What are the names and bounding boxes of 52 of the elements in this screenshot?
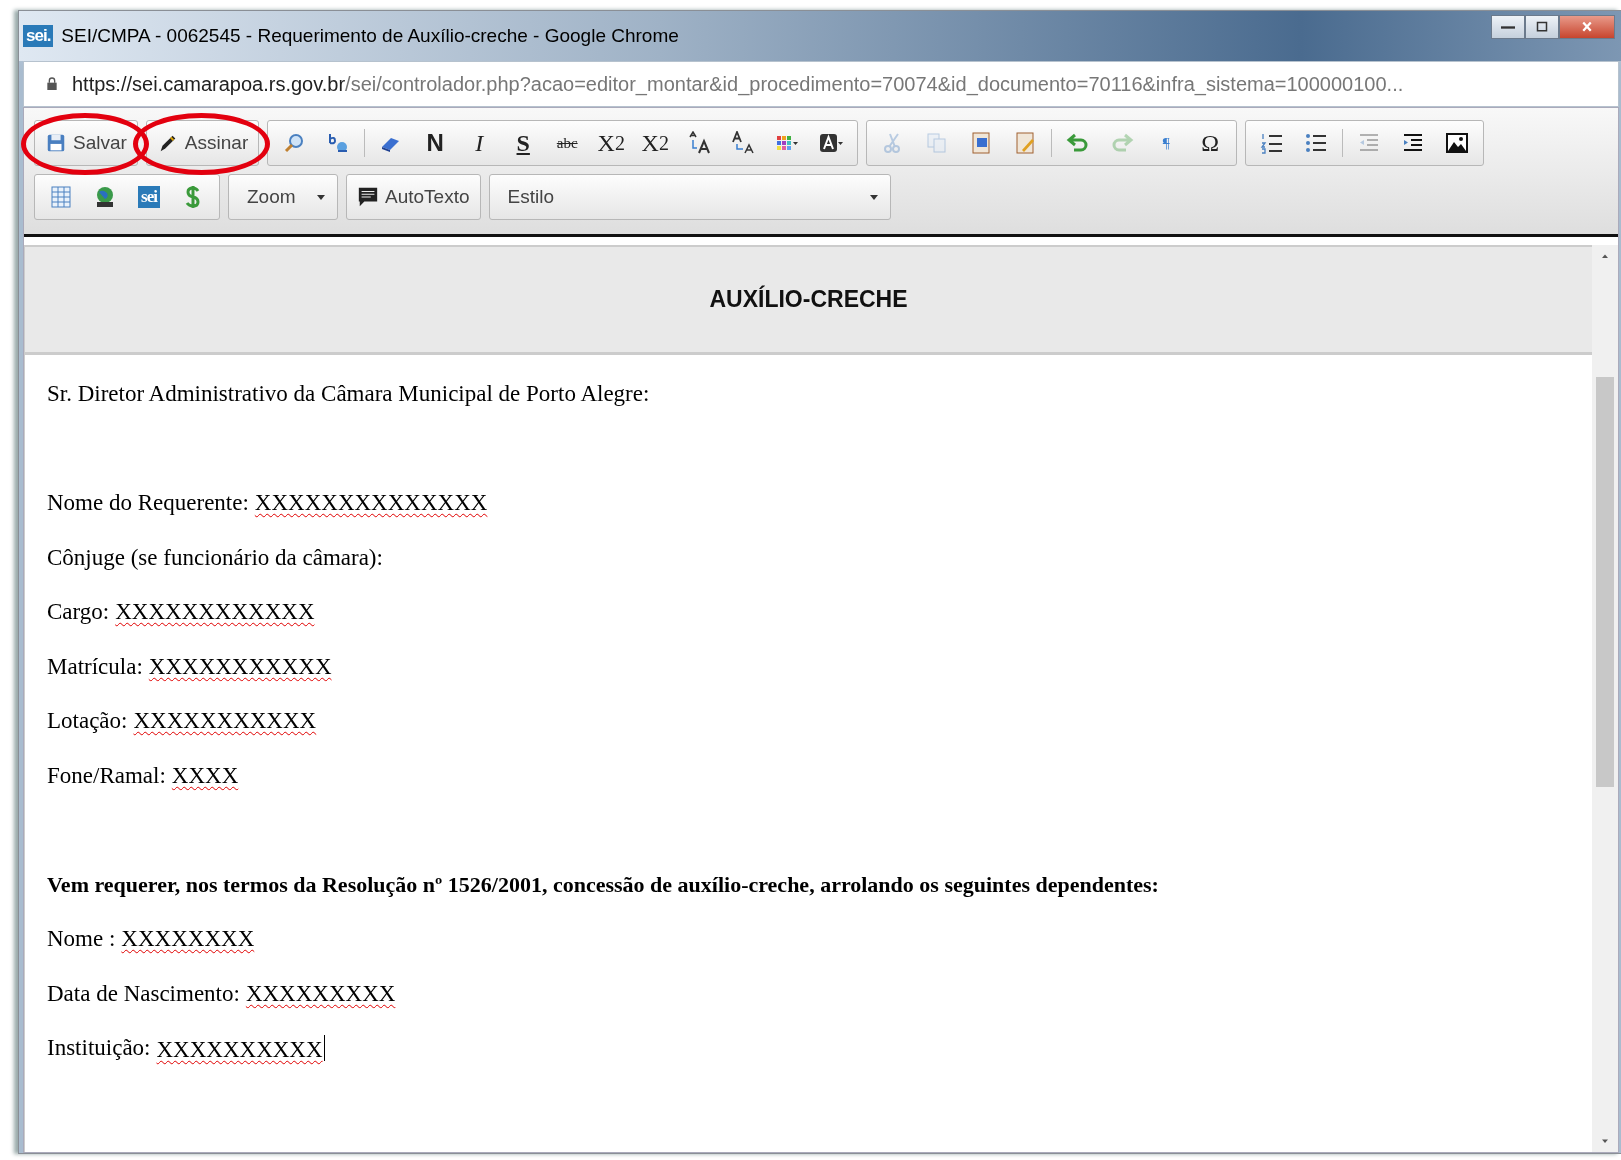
format-button[interactable]: I (457, 125, 502, 161)
redo-icon (1110, 131, 1135, 155)
field-label: Cônjuge (se funcionário da câmara): (47, 544, 383, 571)
text-color-icon (819, 131, 844, 155)
minimize-icon (1501, 25, 1515, 29)
sign-button[interactable]: Assinar (150, 125, 255, 161)
field-label: Nome do Requerente: (47, 490, 249, 516)
field-value: XXXXXXXXXXX (133, 708, 317, 733)
format-button[interactable]: N (413, 125, 458, 161)
field-label: Matrícula: (47, 653, 143, 680)
maximize-button[interactable] (1525, 15, 1559, 39)
field-label: Cargo: (47, 599, 110, 625)
autotext-button[interactable]: AutoTexto (351, 179, 476, 215)
scroll-thumb[interactable] (1596, 377, 1614, 787)
field-value: XXXX (171, 762, 239, 788)
field-value: XXXXXXXXXXX (148, 653, 332, 679)
save-button[interactable]: Salvar (39, 125, 133, 161)
scrollbar[interactable] (1592, 245, 1618, 1152)
format-button[interactable]: abc (545, 125, 590, 161)
document-heading: AUXÍLIO-CRECHE (25, 245, 1592, 355)
field-value: XXXXXXXXX (245, 980, 396, 1006)
app-logo: sei. (23, 25, 54, 47)
field-value: XXXXXXXX (121, 926, 255, 951)
field-value: XXXXXXXXXXXX (115, 599, 315, 624)
table-icon (49, 185, 73, 209)
field-value: XXXXXXXXXX (156, 1037, 323, 1062)
format-button[interactable]: Ω (1188, 125, 1233, 161)
url-text: https://sei.camarapoa.rs.gov.br/sei/controlador.php?acao=editor_montar&id_procedimento=70074&id_documento=70116&infra_sistema=100000100... (72, 72, 1404, 96)
zoom-dropdown[interactable]: Zoom (233, 179, 333, 215)
font-size-down-icon (687, 131, 712, 155)
paragraph-text: Vem requerer, nos termos da Resolução nº 1526/2001, concessão de auxílio-creche, arrolando os seguintes dependentes: (47, 871, 1159, 898)
address-bar[interactable]: https://sei.camarapoa.rs.gov.br/sei/controlador.php?acao=editor_montar&id_procedimento=70074&id_documento=70116&infra_sistema=100000100... (23, 61, 1619, 107)
style-dropdown[interactable]: Estilo (493, 179, 886, 215)
speech-bubble-icon (357, 186, 379, 208)
format-button[interactable]: ¶ (1144, 125, 1189, 161)
field-label: Fone/Ramal: (47, 762, 166, 789)
paragraph-text: Sr. Diretor Administrativo da Câmara Municipal de Porto Alegre: (47, 381, 650, 407)
minimize-button[interactable] (1491, 15, 1525, 39)
font-size-up-icon (731, 131, 756, 155)
bulleted-list-icon (1304, 131, 1329, 155)
field-label: Instituição: (47, 1035, 151, 1061)
field-value: XXXXXXXXXXXXXX (254, 490, 488, 515)
format-button[interactable]: S (501, 125, 546, 161)
sei-button[interactable]: sei (127, 179, 171, 215)
field-label: Lotação: (47, 708, 128, 734)
field-label: Data de Nascimento: (47, 980, 240, 1007)
lock-icon (44, 75, 60, 93)
image-icon (1445, 131, 1470, 155)
close-button[interactable] (1559, 15, 1615, 39)
numbered-list-icon (1260, 131, 1285, 155)
field-label: Nome : (47, 926, 116, 952)
window-title: SEI/CMPA - 0062545 - Requerimento de Auxílio-creche - Google Chrome (61, 25, 679, 47)
